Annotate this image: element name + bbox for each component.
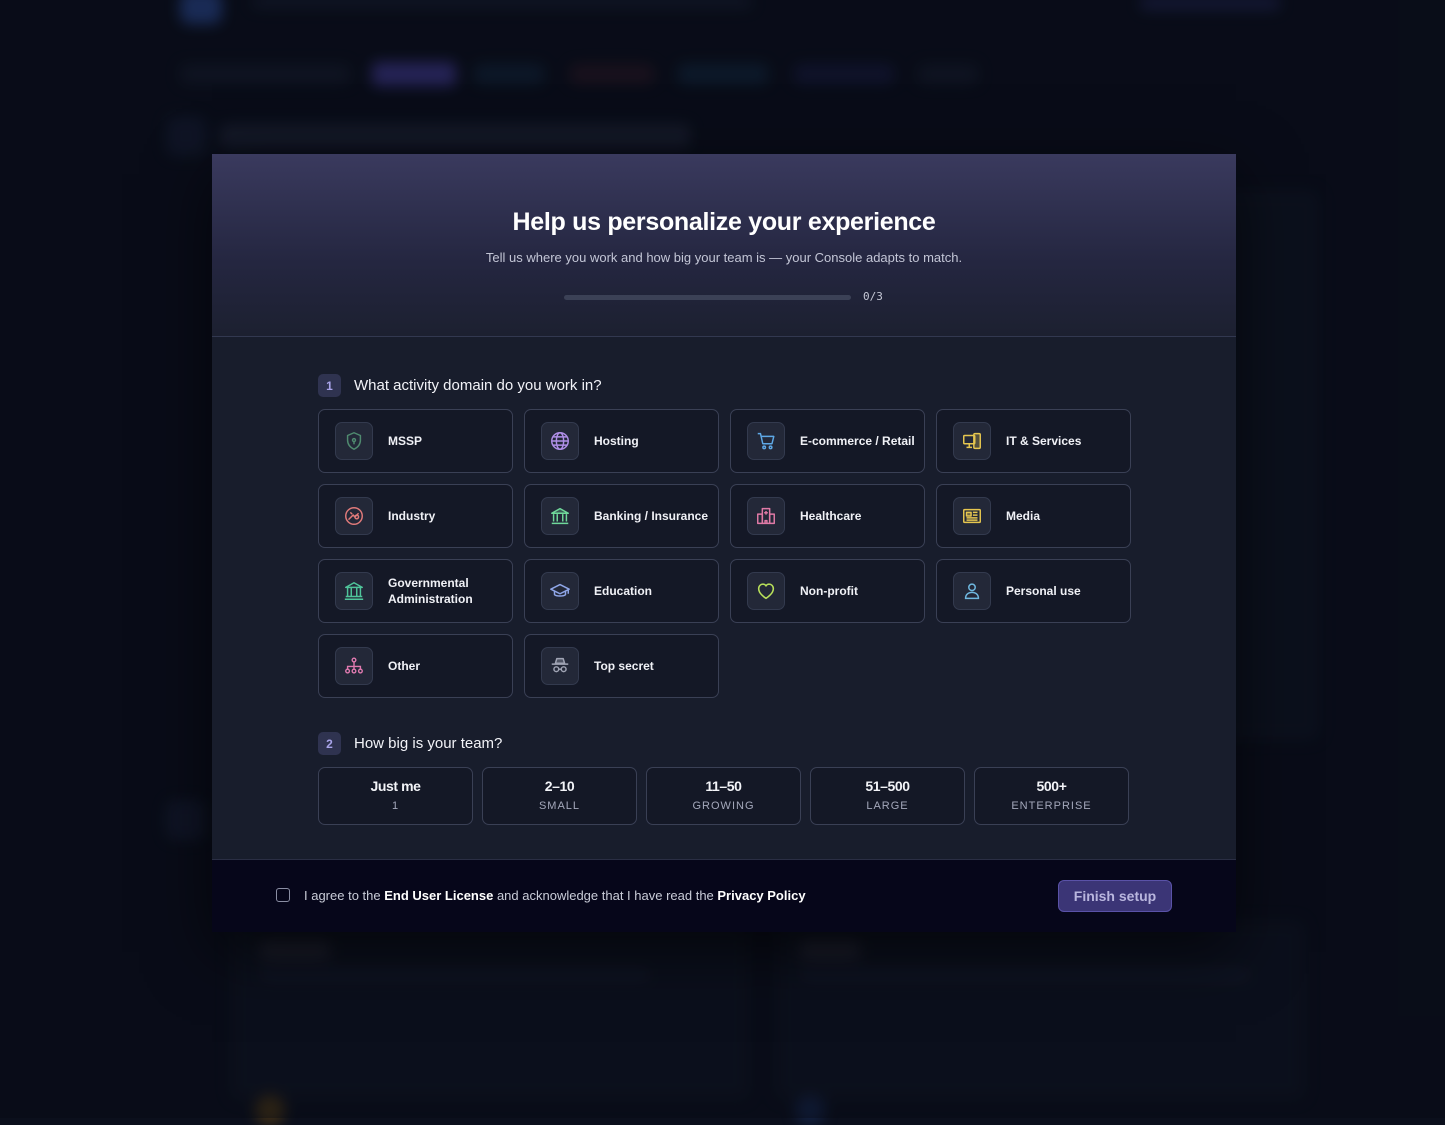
devices-icon — [953, 422, 991, 460]
user-icon — [953, 572, 991, 610]
domain-option-top-secret[interactable]: Top secret — [524, 634, 719, 698]
team-size-growing[interactable]: 11–50 GROWING — [646, 767, 801, 825]
domain-option-non-profit[interactable]: Non-profit — [730, 559, 925, 623]
domain-option-label: Hosting — [594, 434, 639, 448]
domain-option-label: Education — [594, 584, 653, 598]
team-size-caption: SMALL — [538, 800, 581, 812]
government-icon — [335, 572, 373, 610]
modal-subtitle: Tell us where you work and how big your … — [485, 250, 963, 265]
domain-option-banking[interactable]: Banking / Insurance — [524, 484, 719, 548]
agreement-middle: and acknowledge that I have read the — [493, 888, 718, 903]
team-size-caption: LARGE — [866, 800, 909, 812]
industry-icon — [335, 497, 373, 535]
team-size-large[interactable]: 51–500 LARGE — [810, 767, 965, 825]
domain-option-industry[interactable]: Industry — [318, 484, 513, 548]
team-section-header: 2 How big is your team? — [318, 732, 502, 755]
domain-option-label: Governmental Administration — [388, 576, 473, 606]
domain-option-mssp[interactable]: MSSP — [318, 409, 513, 473]
progress-count: 0/3 — [863, 290, 883, 303]
step-badge: 1 — [318, 374, 341, 397]
hospital-icon — [747, 497, 785, 535]
domain-section-header: 1 What activity domain do you work in? — [318, 374, 602, 397]
domain-option-hosting[interactable]: Hosting — [524, 409, 719, 473]
modal-title: Help us personalize your experience — [512, 208, 936, 236]
team-size-caption: 1 — [391, 800, 400, 812]
team-size-caption: GROWING — [692, 800, 755, 812]
heart-icon — [747, 572, 785, 610]
domain-option-other[interactable]: Other — [318, 634, 513, 698]
progress-track — [564, 295, 851, 300]
domain-options: MSSP Hosting E-commerce / Retail IT & Se… — [318, 409, 1131, 698]
domain-option-label: IT & Services — [1006, 434, 1082, 448]
domain-option-healthcare[interactable]: Healthcare — [730, 484, 925, 548]
bank-icon — [541, 497, 579, 535]
team-size-options: Just me 1 2–10 SMALL 11–50 GROWING 51–50… — [318, 767, 1129, 825]
team-size-value: 51–500 — [865, 778, 910, 794]
domain-option-government[interactable]: Governmental Administration — [318, 559, 513, 623]
finish-setup-button[interactable]: Finish setup — [1058, 880, 1172, 912]
team-size-just-me[interactable]: Just me 1 — [318, 767, 473, 825]
domain-option-it-services[interactable]: IT & Services — [936, 409, 1131, 473]
domain-option-ecommerce[interactable]: E-commerce / Retail — [730, 409, 925, 473]
progress-indicator: 0/3 — [564, 290, 894, 304]
onboarding-modal: Help us personalize your experience Tell… — [212, 154, 1236, 932]
domain-option-label: Industry — [388, 509, 436, 523]
agreement-text: I agree to the End User License and ackn… — [304, 888, 806, 903]
shopping-cart-icon — [747, 422, 785, 460]
agree-checkbox[interactable] — [276, 888, 290, 902]
step-badge: 2 — [318, 732, 341, 755]
spy-icon — [541, 647, 579, 685]
team-size-value: Just me — [370, 778, 421, 794]
domain-option-label: Top secret — [594, 659, 654, 673]
network-icon — [335, 647, 373, 685]
domain-question: What activity domain do you work in? — [354, 377, 602, 394]
globe-icon — [541, 422, 579, 460]
modal-body: 1 What activity domain do you work in? M… — [212, 337, 1236, 859]
team-size-value: 2–10 — [544, 778, 575, 794]
domain-option-label: Personal use — [1006, 584, 1081, 598]
agreement-prefix: I agree to the — [304, 888, 385, 903]
domain-option-label: Healthcare — [800, 509, 862, 523]
team-size-caption: ENTERPRISE — [1011, 800, 1092, 812]
domain-option-label: E-commerce / Retail — [800, 434, 915, 448]
domain-option-education[interactable]: Education — [524, 559, 719, 623]
team-size-value: 11–50 — [705, 778, 742, 794]
domain-option-label: MSSP — [388, 434, 423, 448]
domain-option-personal-use[interactable]: Personal use — [936, 559, 1131, 623]
graduation-cap-icon — [541, 572, 579, 610]
domain-option-label: Other — [388, 659, 421, 673]
team-size-value: 500+ — [1036, 778, 1067, 794]
domain-option-label: Media — [1006, 509, 1041, 523]
eula-link[interactable]: End User License — [384, 888, 493, 903]
domain-option-media[interactable]: Media — [936, 484, 1131, 548]
modal-footer: I agree to the End User License and ackn… — [212, 859, 1236, 932]
shield-icon — [335, 422, 373, 460]
modal-header: Help us personalize your experience Tell… — [212, 154, 1236, 337]
domain-option-label: Banking / Insurance — [594, 509, 709, 523]
team-question: How big is your team? — [354, 735, 503, 752]
domain-option-label: Non-profit — [800, 584, 858, 598]
team-size-small[interactable]: 2–10 SMALL — [482, 767, 637, 825]
newspaper-icon — [953, 497, 991, 535]
privacy-policy-link[interactable]: Privacy Policy — [717, 888, 805, 903]
team-size-enterprise[interactable]: 500+ ENTERPRISE — [974, 767, 1129, 825]
